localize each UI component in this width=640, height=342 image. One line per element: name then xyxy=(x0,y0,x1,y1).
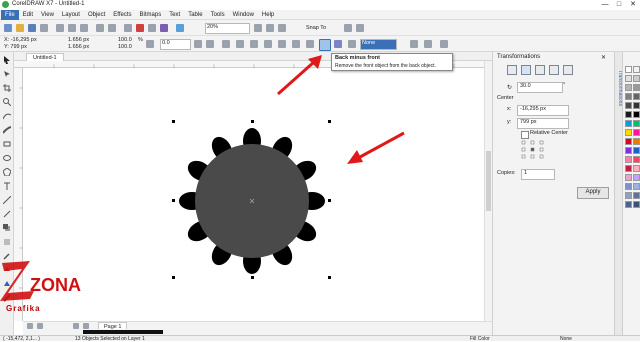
apply-button[interactable]: Apply xyxy=(577,187,609,199)
color-swatch[interactable] xyxy=(625,120,632,127)
skew-transform-icon[interactable] xyxy=(563,65,573,75)
anchor-point-grid[interactable] xyxy=(521,140,545,160)
position-transform-icon[interactable] xyxy=(507,65,517,75)
rotation-angle-input[interactable]: 30.0 xyxy=(517,82,563,93)
color-swatch[interactable] xyxy=(633,120,640,127)
color-swatch[interactable] xyxy=(633,165,640,172)
red-arrow-toolbar xyxy=(277,55,322,96)
color-swatch[interactable] xyxy=(633,84,640,91)
transformations-docker: Transformations ✕ ↻ 30.0 ° Center x: -16… xyxy=(492,52,614,335)
rotate-transform-icon[interactable] xyxy=(521,65,531,75)
color-swatch[interactable] xyxy=(633,201,640,208)
color-swatch[interactable] xyxy=(625,93,632,100)
color-swatch[interactable] xyxy=(625,165,632,172)
color-swatch[interactable] xyxy=(633,66,640,73)
color-swatch[interactable] xyxy=(625,66,632,73)
color-swatch[interactable] xyxy=(625,138,632,145)
color-swatch[interactable] xyxy=(625,75,632,82)
color-swatch[interactable] xyxy=(625,102,632,109)
rotate-angle-icon: ↻ xyxy=(507,85,513,91)
color-swatch[interactable] xyxy=(633,102,640,109)
docker-side-tabs: Transformations xyxy=(614,52,623,335)
copies-input[interactable]: 1 xyxy=(521,169,555,180)
color-swatch[interactable] xyxy=(633,174,640,181)
red-arrow-shape xyxy=(347,131,405,164)
tooltip-title: Back minus front xyxy=(335,55,380,61)
color-swatch[interactable] xyxy=(625,156,632,163)
center-label: Center xyxy=(497,95,514,101)
color-swatch[interactable] xyxy=(625,174,632,181)
color-swatch[interactable] xyxy=(633,129,640,136)
horizontal-scroll-thumb[interactable] xyxy=(83,330,163,334)
color-swatch[interactable] xyxy=(633,192,640,199)
color-swatch[interactable] xyxy=(633,111,640,118)
color-swatch[interactable] xyxy=(633,138,640,145)
cursor-coordinates: ( -15,472, 2,1... ) xyxy=(3,336,40,342)
angle-unit: ° xyxy=(563,82,566,88)
docker-close-icon[interactable]: ✕ xyxy=(601,54,606,61)
copies-label: Copies: xyxy=(497,170,516,176)
scale-mirror-icon[interactable] xyxy=(535,65,545,75)
center-y-input[interactable]: 799 px xyxy=(517,118,569,129)
vertical-scroll-thumb[interactable] xyxy=(486,151,491,211)
color-swatch[interactable] xyxy=(625,201,632,208)
selection-status: 13 Objects Selected on Layer 1 xyxy=(75,336,145,342)
relative-center-label: Relative Center xyxy=(530,130,568,136)
color-swatch[interactable] xyxy=(625,129,632,136)
color-swatch[interactable] xyxy=(625,111,632,118)
tooltip-back-minus-front: Back minus front Remove the front object… xyxy=(331,53,453,71)
color-swatch[interactable] xyxy=(625,192,632,199)
color-swatch[interactable] xyxy=(633,183,640,190)
status-bar: ( -15,472, 2,1... ) 13 Objects Selected … xyxy=(0,335,640,342)
color-swatch[interactable] xyxy=(633,156,640,163)
center-x-input[interactable]: -16,295 px xyxy=(517,105,569,116)
watermark-sub: Grafika xyxy=(6,304,41,313)
y-label: y: xyxy=(507,119,512,125)
fill-color-indicator: Fill Color xyxy=(470,336,490,342)
tooltip-description: Remove the front object from the back ob… xyxy=(335,63,436,69)
color-swatch[interactable] xyxy=(625,183,632,190)
color-swatch[interactable] xyxy=(625,84,632,91)
color-swatch[interactable] xyxy=(625,147,632,154)
color-swatch[interactable] xyxy=(633,93,640,100)
relative-center-checkbox[interactable] xyxy=(521,131,529,139)
color-palette xyxy=(622,52,640,335)
watermark-brand: ZONA xyxy=(30,275,81,295)
docker-title: Transformations xyxy=(497,54,541,60)
zona-grafika-watermark: ZONA Grafika xyxy=(0,261,81,313)
size-transform-icon[interactable] xyxy=(549,65,559,75)
color-swatch[interactable] xyxy=(633,147,640,154)
vertical-scrollbar[interactable] xyxy=(484,61,492,321)
outline-indicator: None xyxy=(560,336,572,342)
x-label: x: xyxy=(507,106,512,112)
color-swatch[interactable] xyxy=(633,75,640,82)
